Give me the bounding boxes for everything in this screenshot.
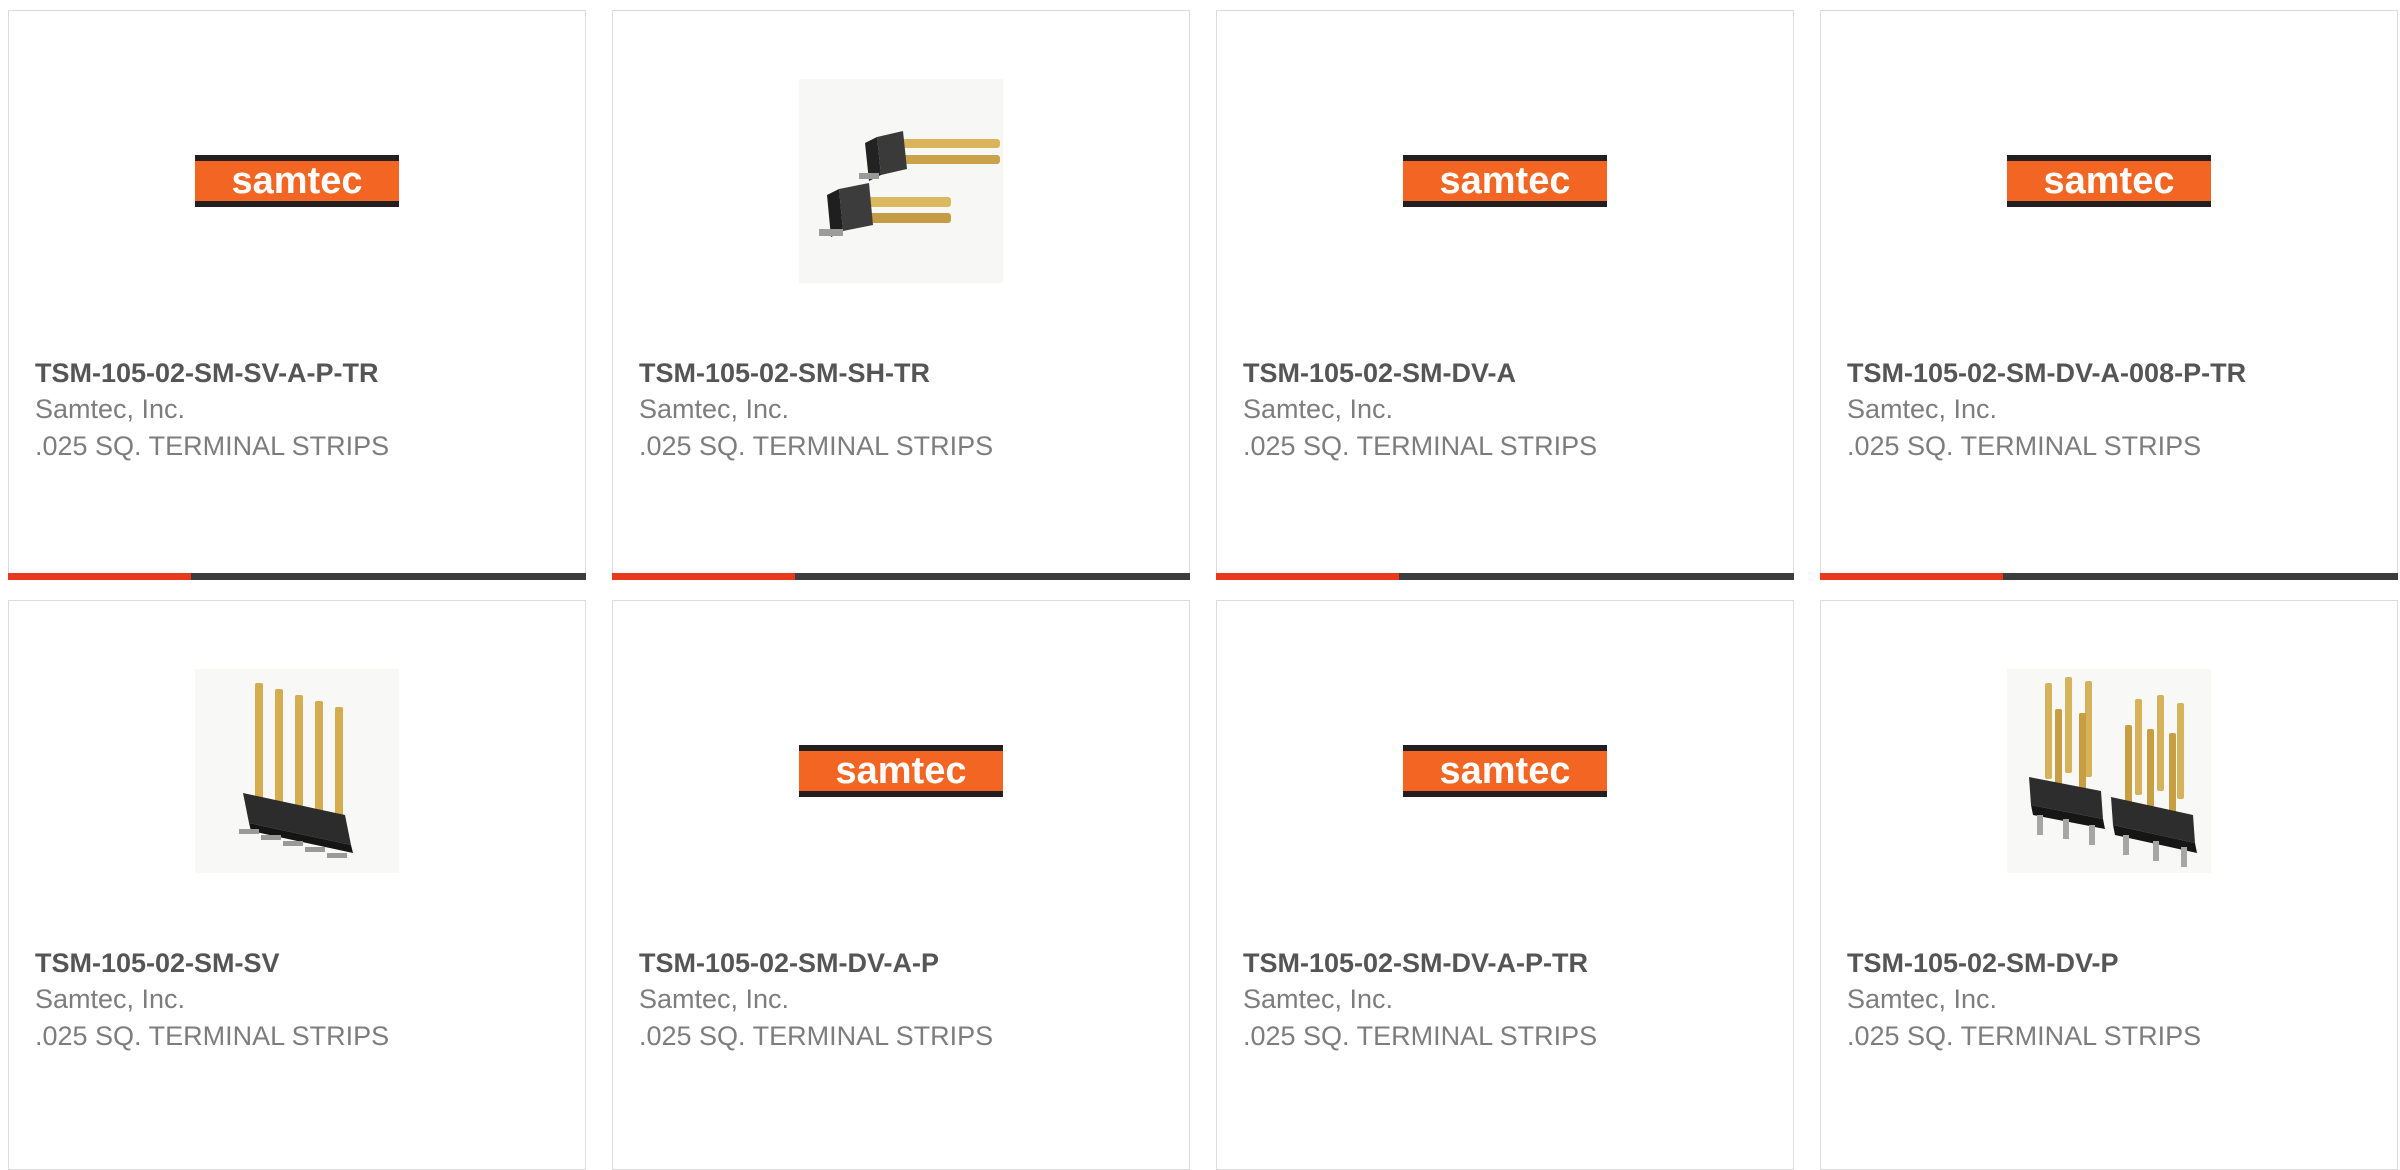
manufacturer: Samtec, Inc. [639, 984, 790, 1014]
card-accent-bar [8, 573, 191, 580]
part-number[interactable]: TSM-105-02-SM-SH-TR [639, 355, 1169, 391]
manufacturer: Samtec, Inc. [1847, 394, 1998, 424]
product-description: .025 SQ. TERMINAL STRIPS [35, 1021, 390, 1051]
card-bottom-bar [612, 573, 1190, 580]
single-row-header-photo[interactable] [195, 669, 399, 873]
part-number[interactable]: TSM-105-02-SM-DV-A [1243, 355, 1773, 391]
card-accent-bar [1820, 573, 2003, 580]
product-card[interactable]: samtec TSM-105-02-SM-DV-A-P Samtec, Inc.… [612, 600, 1190, 1170]
product-description: .025 SQ. TERMINAL STRIPS [1847, 1021, 2202, 1051]
product-card[interactable]: TSM-105-02-SM-SV Samtec, Inc. .025 SQ. T… [8, 600, 586, 1170]
card-accent-bar [612, 573, 795, 580]
manufacturer: Samtec, Inc. [35, 394, 186, 424]
samtec-logo-image[interactable]: samtec [2007, 79, 2211, 283]
product-description: .025 SQ. TERMINAL STRIPS [639, 1021, 994, 1051]
product-card[interactable]: samtec TSM-105-02-SM-DV-A-008-P-TR Samte… [1820, 10, 2398, 580]
samtec-logo-graphic: samtec [1403, 155, 1607, 207]
samtec-logo-image[interactable]: samtec [1403, 669, 1607, 873]
samtec-logo-text: samtec [1440, 750, 1571, 792]
manufacturer: Samtec, Inc. [35, 984, 186, 1014]
double-row-header-image [2007, 669, 2211, 873]
samtec-logo-graphic: samtec [195, 155, 399, 207]
manufacturer: Samtec, Inc. [1243, 984, 1394, 1014]
product-card[interactable]: TSM-105-02-SM-DV-P Samtec, Inc. .025 SQ.… [1820, 600, 2398, 1170]
part-number[interactable]: TSM-105-02-SM-DV-A-008-P-TR [1847, 355, 2377, 391]
card-accent-bar [1216, 573, 1399, 580]
samtec-logo-text: samtec [836, 750, 967, 792]
card-bottom-bar [1820, 573, 2398, 580]
manufacturer: Samtec, Inc. [1847, 984, 1998, 1014]
product-description: .025 SQ. TERMINAL STRIPS [35, 431, 390, 461]
samtec-logo-image[interactable]: samtec [799, 669, 1003, 873]
samtec-logo-text: samtec [2044, 160, 2175, 202]
single-row-header-image [195, 669, 399, 873]
samtec-logo-graphic: samtec [1403, 745, 1607, 797]
part-number[interactable]: TSM-105-02-SM-DV-A-P-TR [1243, 945, 1773, 981]
samtec-logo-text: samtec [1440, 160, 1571, 202]
part-number[interactable]: TSM-105-02-SM-SV [35, 945, 565, 981]
product-card[interactable]: samtec TSM-105-02-SM-DV-A-P-TR Samtec, I… [1216, 600, 1794, 1170]
product-card[interactable]: TSM-105-02-SM-SH-TR Samtec, Inc. .025 SQ… [612, 10, 1190, 580]
card-bottom-bar [1216, 573, 1794, 580]
part-number[interactable]: TSM-105-02-SM-SV-A-P-TR [35, 355, 565, 391]
part-number[interactable]: TSM-105-02-SM-DV-A-P [639, 945, 1169, 981]
part-number[interactable]: TSM-105-02-SM-DV-P [1847, 945, 2377, 981]
horizontal-header-image [799, 79, 1003, 283]
samtec-logo-image[interactable]: samtec [195, 79, 399, 283]
samtec-logo-text: samtec [232, 160, 363, 202]
product-description: .025 SQ. TERMINAL STRIPS [1243, 1021, 1598, 1051]
double-row-header-photo[interactable] [2007, 669, 2211, 873]
samtec-logo-graphic: samtec [799, 745, 1003, 797]
product-description: .025 SQ. TERMINAL STRIPS [639, 431, 994, 461]
product-description: .025 SQ. TERMINAL STRIPS [1243, 431, 1598, 461]
manufacturer: Samtec, Inc. [1243, 394, 1394, 424]
samtec-logo-graphic: samtec [2007, 155, 2211, 207]
manufacturer: Samtec, Inc. [639, 394, 790, 424]
product-card[interactable]: samtec TSM-105-02-SM-DV-A Samtec, Inc. .… [1216, 10, 1794, 580]
product-description: .025 SQ. TERMINAL STRIPS [1847, 431, 2202, 461]
card-bottom-bar [8, 573, 586, 580]
product-card[interactable]: samtec TSM-105-02-SM-SV-A-P-TR Samtec, I… [8, 10, 586, 580]
samtec-logo-image[interactable]: samtec [1403, 79, 1607, 283]
horizontal-header-photo[interactable] [799, 79, 1003, 283]
